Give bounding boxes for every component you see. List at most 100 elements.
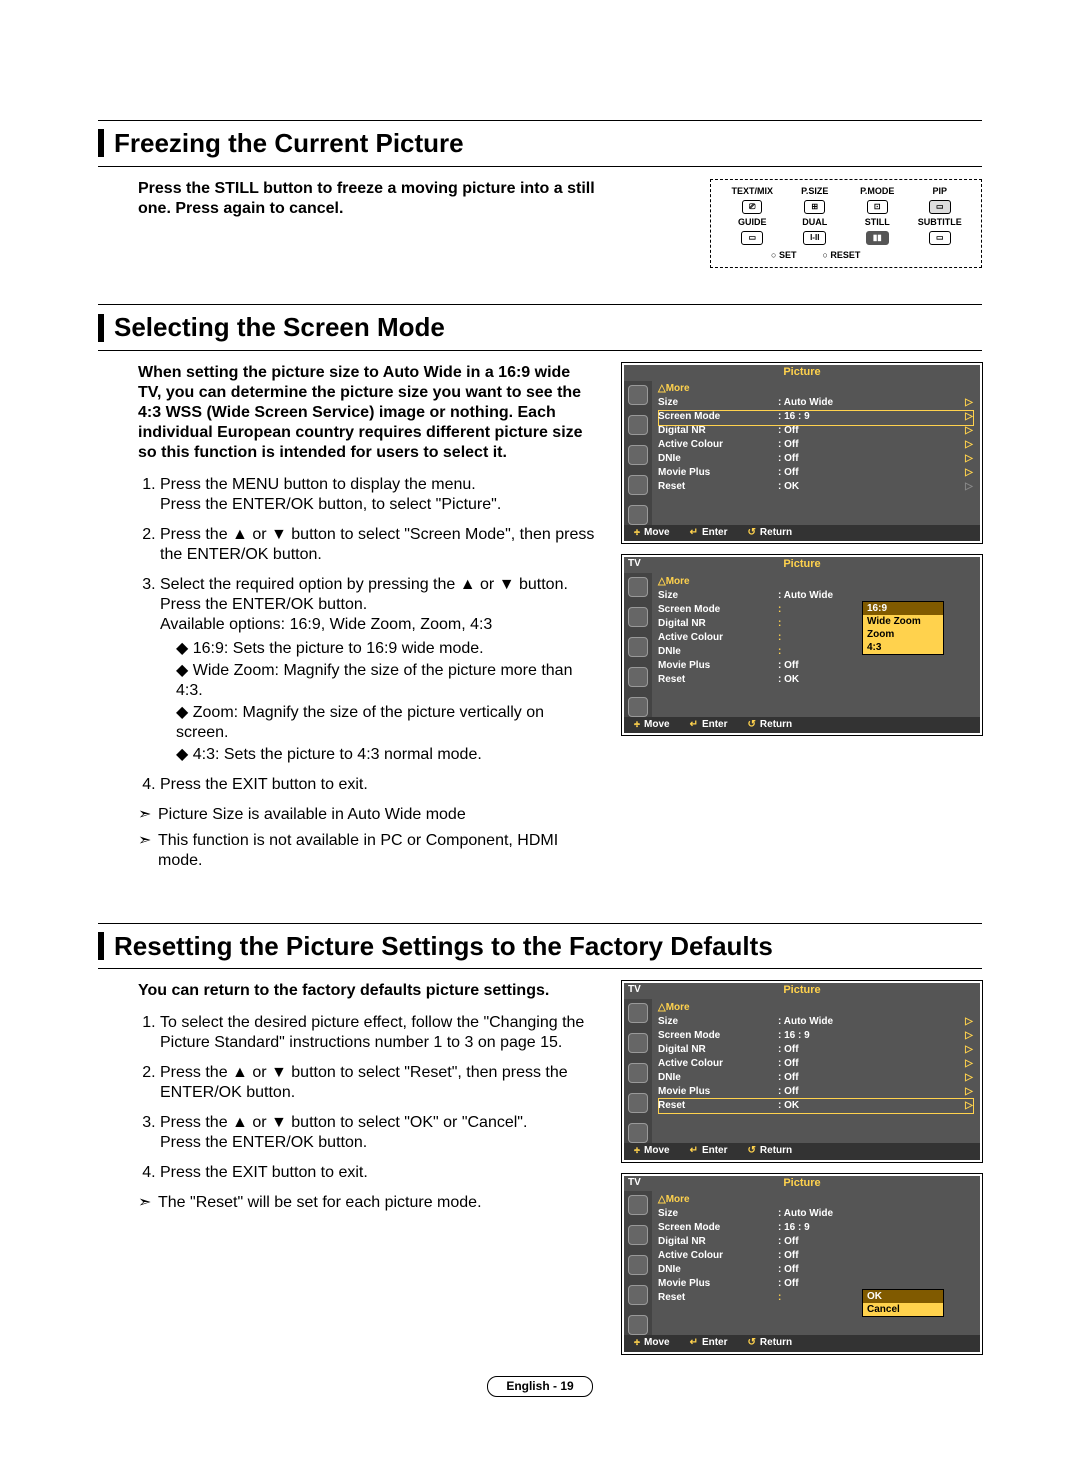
osd-footer: 🕂Move ↵Enter ↺Return <box>624 1143 980 1160</box>
osd-hint: ↵Enter <box>690 527 728 540</box>
osd-category-icon <box>628 637 648 657</box>
arrows-icon: 🕂 <box>634 1145 640 1158</box>
osd-hint: ↺Return <box>748 1337 793 1350</box>
osd-label: Digital NR <box>658 1236 778 1249</box>
dropdown-item: OK <box>863 1290 943 1303</box>
remote-label: PIP <box>909 186 972 197</box>
osd-sidebar <box>624 573 652 717</box>
osd-hint: 🕂Move <box>634 1145 670 1158</box>
osd-label: DNIe <box>658 646 778 659</box>
osd-value: : OK <box>778 1100 964 1113</box>
triangle-icon: ▷ <box>964 1016 974 1029</box>
step-text: Available options: 16:9, Wide Zoom, Zoom… <box>160 616 492 633</box>
osd-category-icon <box>628 415 648 435</box>
remote-label: STILL <box>846 217 909 228</box>
dropdown-item: Zoom <box>863 628 943 641</box>
osd-value: : OK <box>778 674 974 687</box>
triangle-icon: ▷ <box>964 1086 974 1099</box>
remote-still-button-icon: ▮▮ <box>866 231 889 245</box>
notes-list: The "Reset" will be set for each picture… <box>138 1193 600 1213</box>
remote-label: RESET <box>822 250 860 261</box>
osd-menu: TV Picture △More Size: Auto Wide <box>622 555 982 735</box>
remote-button-icon: ▭ <box>929 200 951 214</box>
section-reset: Resetting the Picture Settings to the Fa… <box>98 923 982 1366</box>
osd-hint: 🕂Move <box>634 719 670 732</box>
section-header: Selecting the Screen Mode <box>98 304 982 351</box>
osd-menu: Picture △More Size: Auto Wide▷ Sc <box>622 363 982 543</box>
triangle-icon: ▷ <box>964 453 974 466</box>
note: Picture Size is available in Auto Wide m… <box>138 805 600 825</box>
osd-category-icon <box>628 1093 648 1113</box>
osd-label: Size <box>658 590 778 603</box>
section-title: Selecting the Screen Mode <box>114 311 445 344</box>
title-bar-icon <box>98 129 104 157</box>
step-text: Press the ENTER/OK button. <box>160 1134 367 1151</box>
osd-label: Size <box>658 1208 778 1221</box>
remote-label: SUBTITLE <box>909 217 972 228</box>
section-screen-mode: Selecting the Screen Mode When setting t… <box>98 304 982 887</box>
osd-label: Screen Mode <box>658 1222 778 1235</box>
remote-label: P.SIZE <box>784 186 847 197</box>
osd-hint: ↺Return <box>748 719 793 732</box>
osd-category-icon <box>628 667 648 687</box>
osd-label: DNIe <box>658 453 778 466</box>
osd-label: Movie Plus <box>658 1086 778 1099</box>
osd-tv-label: TV <box>628 984 641 997</box>
osd-label: Movie Plus <box>658 1278 778 1291</box>
osd-label: Reset <box>658 1292 778 1305</box>
osd-category-icon <box>628 475 648 495</box>
osd-value: : OK <box>778 481 964 494</box>
option-text: ◆ Wide Zoom: Magnify the size of the pic… <box>176 661 600 701</box>
osd-title: Picture <box>624 365 980 381</box>
dropdown-screen-mode: 16:9 Wide Zoom Zoom 4:3 <box>862 601 944 655</box>
remote-label: DUAL <box>784 217 847 228</box>
osd-label: Size <box>658 1016 778 1029</box>
osd-category-icon <box>628 1063 648 1083</box>
step: Select the required option by pressing t… <box>160 575 600 765</box>
osd-hint: ↵Enter <box>690 1337 728 1350</box>
osd-value: : Off <box>778 1264 974 1277</box>
step-list: Press the MENU button to display the men… <box>138 475 600 795</box>
osd-label: Digital NR <box>658 618 778 631</box>
osd-sidebar <box>624 999 652 1143</box>
triangle-icon: ▷ <box>964 397 974 410</box>
osd-more: △More <box>658 1194 778 1207</box>
step: To select the desired picture effect, fo… <box>160 1013 600 1053</box>
osd-value: : Off <box>778 1044 964 1057</box>
osd-title: Picture <box>624 1176 980 1192</box>
remote-button-icon: ⎚ <box>742 200 762 214</box>
osd-tv-label: TV <box>628 1177 641 1190</box>
osd-label: DNIe <box>658 1072 778 1085</box>
note: The "Reset" will be set for each picture… <box>138 1193 600 1213</box>
osd-sidebar <box>624 1191 652 1335</box>
osd-category-icon <box>628 1225 648 1245</box>
dropdown-reset: OK Cancel <box>862 1289 944 1317</box>
osd-footer: 🕂Move ↵Enter ↺Return <box>624 525 980 542</box>
osd-label: Size <box>658 397 778 410</box>
dropdown-item: 16:9 <box>863 602 943 615</box>
osd-footer: 🕂Move ↵Enter ↺Return <box>624 1335 980 1352</box>
osd-label: Screen Mode <box>658 1030 778 1043</box>
dropdown-item: Cancel <box>863 1303 943 1316</box>
osd-label: Reset <box>658 674 778 687</box>
osd-value: : Auto Wide <box>778 1016 964 1029</box>
osd-label: Digital NR <box>658 1044 778 1057</box>
arrows-icon: 🕂 <box>634 1337 640 1350</box>
osd-hint: 🕂Move <box>634 1337 670 1350</box>
triangle-icon: ▷ <box>964 1100 974 1113</box>
enter-icon: ↵ <box>690 1337 698 1350</box>
osd-category-icon <box>628 577 648 597</box>
osd-label: Active Colour <box>658 1058 778 1071</box>
osd-value: : Off <box>778 1058 964 1071</box>
step: Press the EXIT button to exit. <box>160 1163 600 1183</box>
option-text: ◆ 4:3: Sets the picture to 4:3 normal mo… <box>176 745 600 765</box>
arrows-icon: 🕂 <box>634 719 640 732</box>
osd-label: Active Colour <box>658 632 778 645</box>
osd-value: : Off <box>778 439 964 452</box>
osd-more: △More <box>658 383 778 396</box>
osd-tv-label: TV <box>628 558 641 571</box>
step-text: Press the ENTER/OK button. <box>160 596 367 613</box>
intro-text: Press the STILL button to freeze a movin… <box>138 179 598 219</box>
dropdown-item: 4:3 <box>863 641 943 654</box>
osd-label: Reset <box>658 1100 778 1113</box>
